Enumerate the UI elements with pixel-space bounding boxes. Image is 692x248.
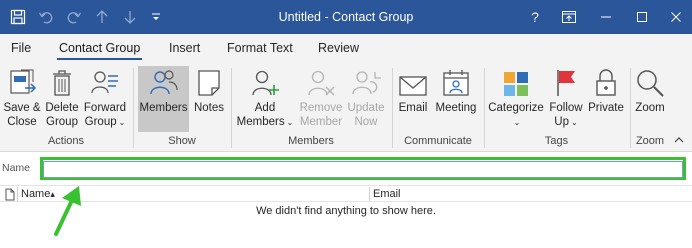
name-field-highlight [40, 157, 686, 180]
ribbon-display-options-icon[interactable] [556, 0, 582, 34]
email-button[interactable]: Email [396, 66, 430, 132]
chevron-down-icon: ⌄ [118, 118, 126, 127]
forward-group-icon [90, 66, 120, 98]
tab-file[interactable]: File [9, 34, 33, 62]
remove-member-button[interactable]: Remove Member [297, 66, 345, 132]
save-close-button[interactable]: Save & Close [2, 66, 42, 132]
lock-icon [594, 66, 618, 98]
chevron-down-icon: ⌄ [513, 118, 521, 127]
customize-toolbar-icon[interactable] [146, 0, 166, 34]
magnifier-icon [635, 66, 665, 98]
private-button[interactable]: Private [586, 66, 626, 132]
notes-icon [196, 66, 222, 98]
flag-icon [553, 66, 579, 98]
delete-group-button[interactable]: Delete Group [43, 66, 81, 132]
document-icon [5, 186, 17, 202]
save-close-icon [7, 66, 37, 98]
members-view-button[interactable]: Members [138, 66, 189, 132]
chevron-down-icon: ⌄ [286, 118, 294, 127]
envelope-icon [398, 66, 428, 98]
member-list-header: Name▴ Email [0, 185, 692, 202]
column-divider [369, 187, 370, 201]
minimize-icon[interactable] [592, 0, 620, 34]
tab-insert[interactable]: Insert [167, 34, 202, 62]
group-label-show: Show [168, 135, 196, 147]
maximize-icon[interactable] [628, 0, 656, 34]
name-row: Name [0, 152, 692, 185]
window-title: Untitled - Contact Group [278, 10, 414, 24]
calendar-meeting-icon [441, 66, 471, 98]
group-name-input[interactable] [43, 160, 683, 178]
tab-contact-group[interactable]: Contact Group [57, 34, 143, 62]
remove-member-icon [306, 66, 336, 98]
collapse-ribbon-icon[interactable] [674, 136, 684, 147]
forward-group-button[interactable]: Forward Group ⌄ [82, 66, 128, 132]
save-icon[interactable] [6, 0, 30, 34]
group-label-tags: Tags [544, 135, 569, 147]
down-arrow-icon[interactable] [118, 0, 142, 34]
zoom-button[interactable]: Zoom [633, 66, 667, 132]
ribbon: Save & Close Delete Group Forward Group ⌄… [0, 62, 692, 152]
group-label-communicate: Communicate [404, 135, 472, 147]
tab-format-text[interactable]: Format Text [225, 34, 295, 62]
column-divider [17, 187, 18, 201]
chevron-down-icon: ⌄ [571, 118, 578, 127]
group-label-members: Members [288, 135, 334, 147]
group-label-actions: Actions [47, 135, 85, 147]
update-now-button[interactable]: Update Now [346, 66, 386, 132]
title-bar: Untitled - Contact Group ? [0, 0, 692, 34]
categorize-icon [502, 66, 530, 98]
up-arrow-icon[interactable] [90, 0, 114, 34]
follow-up-button[interactable]: Follow Up ⌄ [546, 66, 586, 132]
empty-list-message: We didn't find anything to show here. [256, 205, 436, 217]
column-header-email[interactable]: Email [373, 186, 673, 202]
update-members-icon [351, 66, 381, 98]
tab-review[interactable]: Review [316, 34, 361, 62]
notes-view-button[interactable]: Notes [191, 66, 227, 132]
meeting-button[interactable]: Meeting [432, 66, 480, 132]
trash-icon [50, 66, 74, 98]
annotation-arrow [54, 186, 81, 236]
group-label-zoom: Zoom [635, 135, 665, 147]
name-label: Name [2, 162, 31, 174]
categorize-button[interactable]: Categorize ⌄ [487, 66, 545, 132]
close-icon[interactable] [662, 0, 690, 34]
redo-icon[interactable] [62, 0, 86, 34]
add-members-button[interactable]: Add Members ⌄ [235, 66, 295, 132]
add-member-icon [250, 66, 280, 98]
undo-icon[interactable] [34, 0, 58, 34]
help-icon[interactable]: ? [522, 0, 548, 34]
menu-tab-bar: File Contact Group Insert Format Text Re… [0, 34, 692, 62]
members-icon [149, 66, 179, 98]
